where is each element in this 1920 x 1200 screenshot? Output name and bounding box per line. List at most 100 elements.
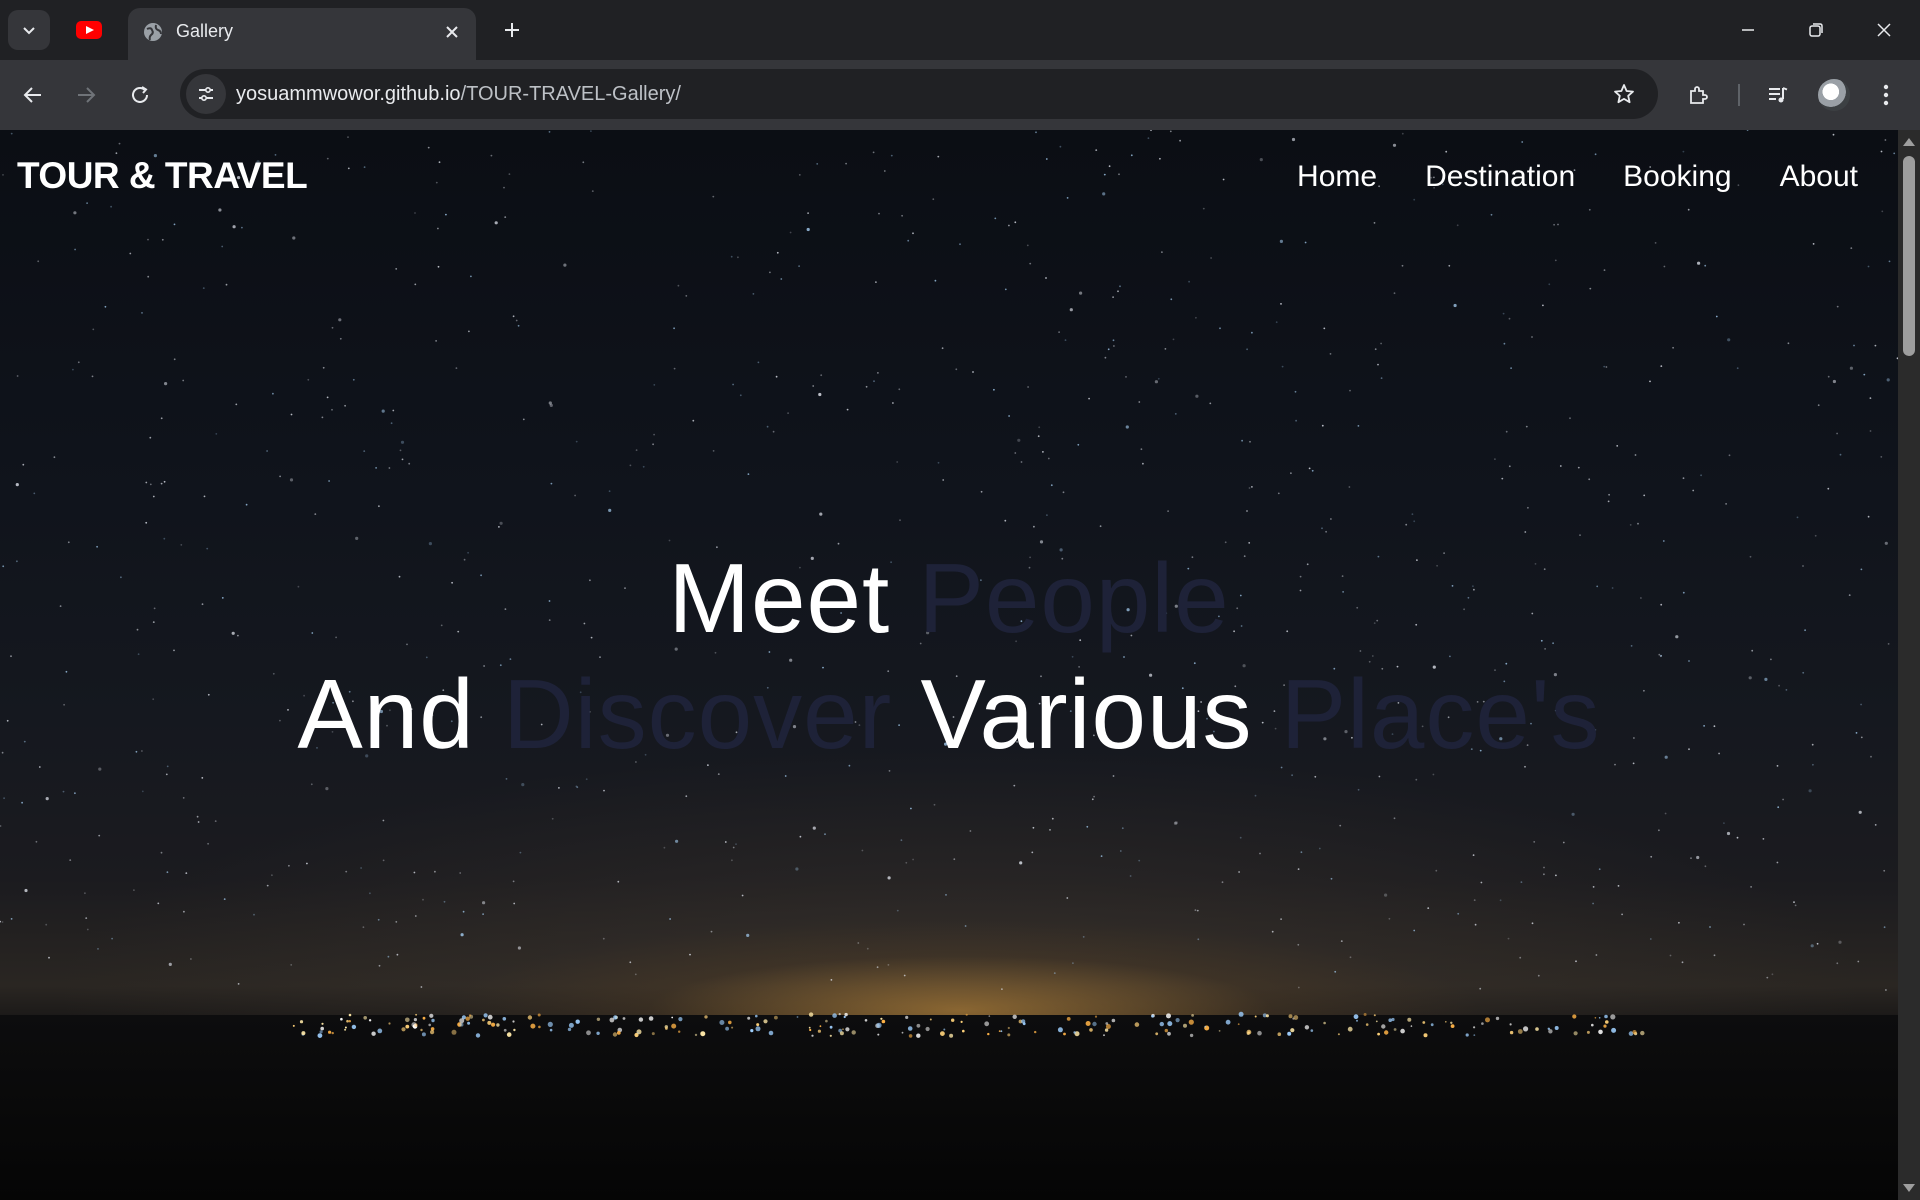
star [1750,886,1752,888]
city-light [1381,1024,1386,1029]
hero-accent-word: Place's [1280,659,1601,769]
star [1112,296,1114,298]
city-light [1384,1030,1389,1035]
star [912,858,914,861]
star [1520,881,1523,883]
scroll-thumb[interactable] [1903,156,1915,356]
star [1812,243,1815,245]
star [1129,875,1132,877]
reload-button[interactable] [120,75,160,115]
city-light [1523,1026,1529,1032]
media-control-button[interactable] [1758,75,1798,115]
city-light [1598,1029,1603,1035]
city-light [1347,1026,1353,1032]
city-light [1365,1023,1369,1026]
city-light [1410,1025,1413,1027]
extensions-button[interactable] [1679,75,1719,115]
star [1456,224,1459,227]
star [1112,775,1115,777]
star [160,482,163,485]
star [1249,440,1251,443]
restore-button[interactable] [1782,0,1850,60]
star [1374,348,1377,351]
star [1170,298,1173,301]
star [877,372,879,374]
city-light [1373,1014,1376,1017]
star [1221,881,1224,884]
new-tab-button[interactable] [492,10,532,50]
star [207,842,210,845]
address-bar[interactable]: yosuammwowor.github.io/TOUR-TRAVEL-Galle… [180,69,1658,119]
city-light [1151,1015,1154,1018]
minimize-button[interactable] [1714,0,1782,60]
city-light [340,1017,343,1021]
star [784,775,787,777]
star [1154,380,1158,384]
back-button[interactable] [13,75,53,115]
city-light [1225,1019,1231,1025]
tab-search-button[interactable] [8,10,50,50]
star [1725,503,1727,505]
scroll-down-arrow[interactable] [1903,1184,1915,1192]
star [1161,251,1163,253]
star [1001,988,1003,990]
star [1239,836,1242,839]
star [390,422,393,425]
star [1119,285,1121,288]
star [1033,525,1035,528]
city-light [665,1027,668,1030]
star [673,367,676,370]
star [1869,430,1872,432]
star [1037,435,1040,438]
city-light [905,1015,909,1019]
star [98,834,101,837]
city-light [346,1019,349,1023]
city-light [796,1016,799,1018]
star [1592,902,1594,905]
star [149,436,152,439]
star [993,388,995,391]
star [1314,775,1317,778]
city-light [1393,1028,1397,1031]
star [1571,812,1575,816]
menu-button[interactable] [1866,75,1906,115]
profile-avatar[interactable] [1818,79,1850,111]
nav-about[interactable]: About [1780,160,1858,194]
star [731,859,733,862]
star [689,953,691,956]
city-light [1337,1033,1340,1036]
scroll-up-arrow[interactable] [1903,138,1915,146]
pinned-tab-youtube[interactable] [66,10,112,50]
city-light [1007,1033,1011,1037]
star [1077,443,1080,446]
forward-icon [78,87,96,103]
star [1681,961,1684,964]
star [1008,224,1010,227]
browser-toolbar: yosuammwowor.github.io/TOUR-TRAVEL-Galle… [0,60,1920,130]
city-light [328,1030,332,1034]
nav-home[interactable]: Home [1297,160,1377,194]
nav-destination[interactable]: Destination [1425,160,1575,194]
star [1849,366,1853,370]
star [145,521,148,524]
city-light [1218,1030,1221,1032]
city-light [482,1018,485,1022]
star [147,238,149,241]
star [685,795,688,798]
close-window-button[interactable] [1850,0,1918,60]
page-scrollbar[interactable] [1898,130,1920,1200]
site-info-button[interactable] [186,74,226,114]
bookmark-button[interactable] [1604,74,1644,114]
forward-button[interactable] [66,75,106,115]
city-light [694,1033,698,1037]
city-light [459,1022,464,1027]
close-tab-button[interactable] [438,18,466,46]
star [499,521,503,525]
city-light [429,1013,434,1018]
site-logo[interactable]: TOUR & TRAVEL [17,155,308,197]
star [1047,457,1050,460]
tab-gallery[interactable]: Gallery [128,8,476,60]
star [221,245,224,248]
nav-booking[interactable]: Booking [1623,160,1731,194]
city-light [940,1031,945,1036]
